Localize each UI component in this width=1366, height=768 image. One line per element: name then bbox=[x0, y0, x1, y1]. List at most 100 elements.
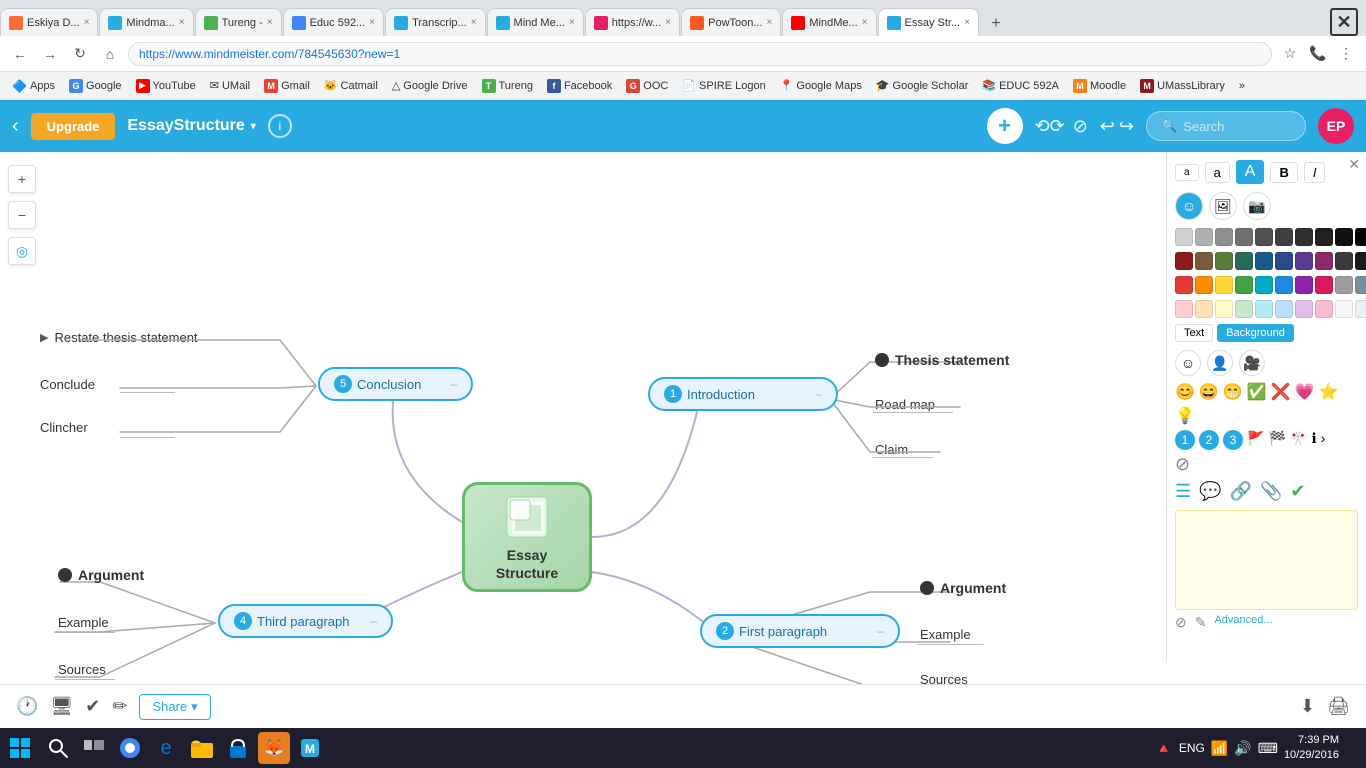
bold-button[interactable]: B bbox=[1270, 162, 1297, 183]
emoji-bulb[interactable]: 💡 bbox=[1175, 406, 1195, 426]
flag-green[interactable]: 🏁 bbox=[1268, 430, 1285, 450]
confirm-action-button[interactable]: ✔ bbox=[1290, 481, 1305, 502]
battery-tray-icon[interactable]: ⌨ bbox=[1258, 740, 1278, 757]
color-swatch[interactable] bbox=[1335, 252, 1353, 270]
color-swatch[interactable] bbox=[1355, 252, 1366, 270]
color-swatch[interactable] bbox=[1195, 276, 1213, 294]
color-swatch[interactable] bbox=[1295, 228, 1313, 246]
bookmark-moodle[interactable]: M Moodle bbox=[1069, 77, 1130, 95]
color-swatch[interactable] bbox=[1175, 276, 1193, 294]
app2-taskbar-button[interactable]: M bbox=[294, 732, 326, 764]
check-button[interactable]: ✔ bbox=[85, 696, 100, 717]
tab-close-mindme2[interactable]: × bbox=[862, 17, 868, 28]
color-swatch[interactable] bbox=[1195, 228, 1213, 246]
tab-close-powtoon[interactable]: × bbox=[767, 17, 773, 28]
color-swatch[interactable] bbox=[1315, 228, 1333, 246]
more-emojis[interactable]: › bbox=[1321, 430, 1326, 450]
note-area[interactable] bbox=[1175, 510, 1358, 610]
new-tab-button[interactable]: + bbox=[984, 12, 1008, 36]
emoji-x[interactable]: ❌ bbox=[1271, 382, 1291, 402]
color-swatch[interactable] bbox=[1335, 228, 1353, 246]
menu-button[interactable]: ⋮ bbox=[1334, 42, 1358, 66]
color-swatch[interactable] bbox=[1195, 300, 1213, 318]
num-3[interactable]: 3 bbox=[1223, 430, 1243, 450]
tab-essay-str[interactable]: Essay Str... × bbox=[878, 8, 979, 36]
tab-close-eskiya[interactable]: × bbox=[84, 17, 90, 28]
bookmark-umasslibrary[interactable]: M UMassLibrary bbox=[1136, 77, 1229, 95]
num-2[interactable]: 2 bbox=[1199, 430, 1219, 450]
color-swatch[interactable] bbox=[1315, 300, 1333, 318]
info-icon[interactable]: ℹ bbox=[1311, 430, 1316, 450]
video-icon-button[interactable]: 🎥 bbox=[1239, 350, 1265, 376]
tab-close-https[interactable]: × bbox=[665, 17, 671, 28]
color-swatch[interactable] bbox=[1215, 228, 1233, 246]
color-swatch[interactable] bbox=[1275, 276, 1293, 294]
color-swatch[interactable] bbox=[1235, 300, 1253, 318]
color-swatch[interactable] bbox=[1235, 228, 1253, 246]
color-swatch[interactable] bbox=[1235, 276, 1253, 294]
bookmark-facebook[interactable]: f Facebook bbox=[543, 77, 616, 95]
color-swatch[interactable] bbox=[1275, 300, 1293, 318]
color-swatch[interactable] bbox=[1275, 252, 1293, 270]
reload-button[interactable]: ↻ bbox=[68, 42, 92, 66]
node-expand-conclusion[interactable]: – bbox=[450, 377, 457, 391]
redo-button[interactable]: ↪ bbox=[1119, 116, 1134, 137]
num-1[interactable]: 1 bbox=[1175, 430, 1195, 450]
present-mode-button[interactable]: 🖥 bbox=[50, 696, 73, 717]
font-medium-button[interactable]: a bbox=[1205, 162, 1230, 183]
color-swatch[interactable] bbox=[1295, 300, 1313, 318]
tab-close-transcrip[interactable]: × bbox=[471, 17, 477, 28]
info-button[interactable]: i bbox=[268, 114, 292, 138]
add-node-button[interactable]: + bbox=[987, 108, 1023, 144]
tab-close-educ[interactable]: × bbox=[369, 17, 375, 28]
font-large-button[interactable]: A bbox=[1236, 160, 1265, 184]
color-swatch[interactable] bbox=[1215, 276, 1233, 294]
title-dropdown-arrow[interactable]: ▾ bbox=[251, 121, 256, 132]
tab-mindmap[interactable]: Mindma... × bbox=[99, 8, 193, 36]
color-swatch[interactable] bbox=[1275, 228, 1293, 246]
node-expand-introduction[interactable]: – bbox=[815, 387, 822, 401]
tab-https[interactable]: https://w... × bbox=[585, 8, 680, 36]
tab-close-mindmap[interactable]: × bbox=[179, 17, 185, 28]
bookmark-spire[interactable]: 📄SPIRE Logon bbox=[678, 77, 769, 94]
skype-icon[interactable]: 📞 bbox=[1306, 42, 1330, 66]
bookmark-scholar[interactable]: 🎓Google Scholar bbox=[872, 77, 973, 94]
color-swatch[interactable] bbox=[1255, 252, 1273, 270]
tab-close-tureng[interactable]: × bbox=[267, 17, 273, 28]
extensions-button[interactable]: ☆ bbox=[1278, 42, 1302, 66]
node-third-paragraph[interactable]: 4 Third paragraph – bbox=[218, 604, 393, 638]
color-swatch[interactable] bbox=[1175, 252, 1193, 270]
color-swatch[interactable] bbox=[1295, 276, 1313, 294]
task-view-button[interactable] bbox=[78, 732, 110, 764]
color-swatch[interactable] bbox=[1175, 228, 1193, 246]
center-node[interactable]: EssayStructure bbox=[462, 482, 592, 592]
emoji-check[interactable]: ✅ bbox=[1247, 382, 1267, 402]
address-input[interactable] bbox=[128, 42, 1272, 66]
print-button[interactable]: 🖨 bbox=[1327, 696, 1350, 717]
font-small-button[interactable]: a bbox=[1175, 164, 1199, 181]
flag-checkered[interactable]: 🎌 bbox=[1290, 430, 1307, 450]
bookmark-more[interactable]: » bbox=[1235, 78, 1249, 94]
color-swatch[interactable] bbox=[1315, 252, 1333, 270]
tab-transcrip[interactable]: Transcrip... × bbox=[385, 8, 485, 36]
color-swatch[interactable] bbox=[1255, 300, 1273, 318]
tab-close-mindme[interactable]: × bbox=[569, 17, 575, 28]
tab-mindme2[interactable]: MindMe... × bbox=[782, 8, 876, 36]
smiley-panel-button[interactable]: ☺ bbox=[1175, 350, 1201, 376]
emoji-heart[interactable]: 💗 bbox=[1295, 382, 1315, 402]
upgrade-button[interactable]: Upgrade bbox=[31, 113, 116, 140]
node-conclusion[interactable]: 5 Conclusion – bbox=[318, 367, 473, 401]
search-taskbar-button[interactable] bbox=[42, 732, 74, 764]
store-taskbar-button[interactable] bbox=[222, 732, 254, 764]
bookmark-educ[interactable]: 📚EDUC 592A bbox=[978, 77, 1063, 94]
color-swatch[interactable] bbox=[1315, 276, 1333, 294]
bookmark-gdrive[interactable]: △Google Drive bbox=[388, 77, 472, 94]
flag-red[interactable]: 🚩 bbox=[1247, 430, 1264, 450]
user-avatar[interactable]: EP bbox=[1318, 108, 1354, 144]
person-icon-button[interactable]: 👤 bbox=[1207, 350, 1233, 376]
tab-powtoon[interactable]: PowToon... × bbox=[681, 8, 781, 36]
node-first-paragraph[interactable]: 2 First paragraph – bbox=[700, 614, 900, 648]
forward-button[interactable]: → bbox=[38, 42, 62, 66]
color-swatch[interactable] bbox=[1355, 300, 1366, 318]
zoom-out-button[interactable]: − bbox=[8, 201, 36, 229]
